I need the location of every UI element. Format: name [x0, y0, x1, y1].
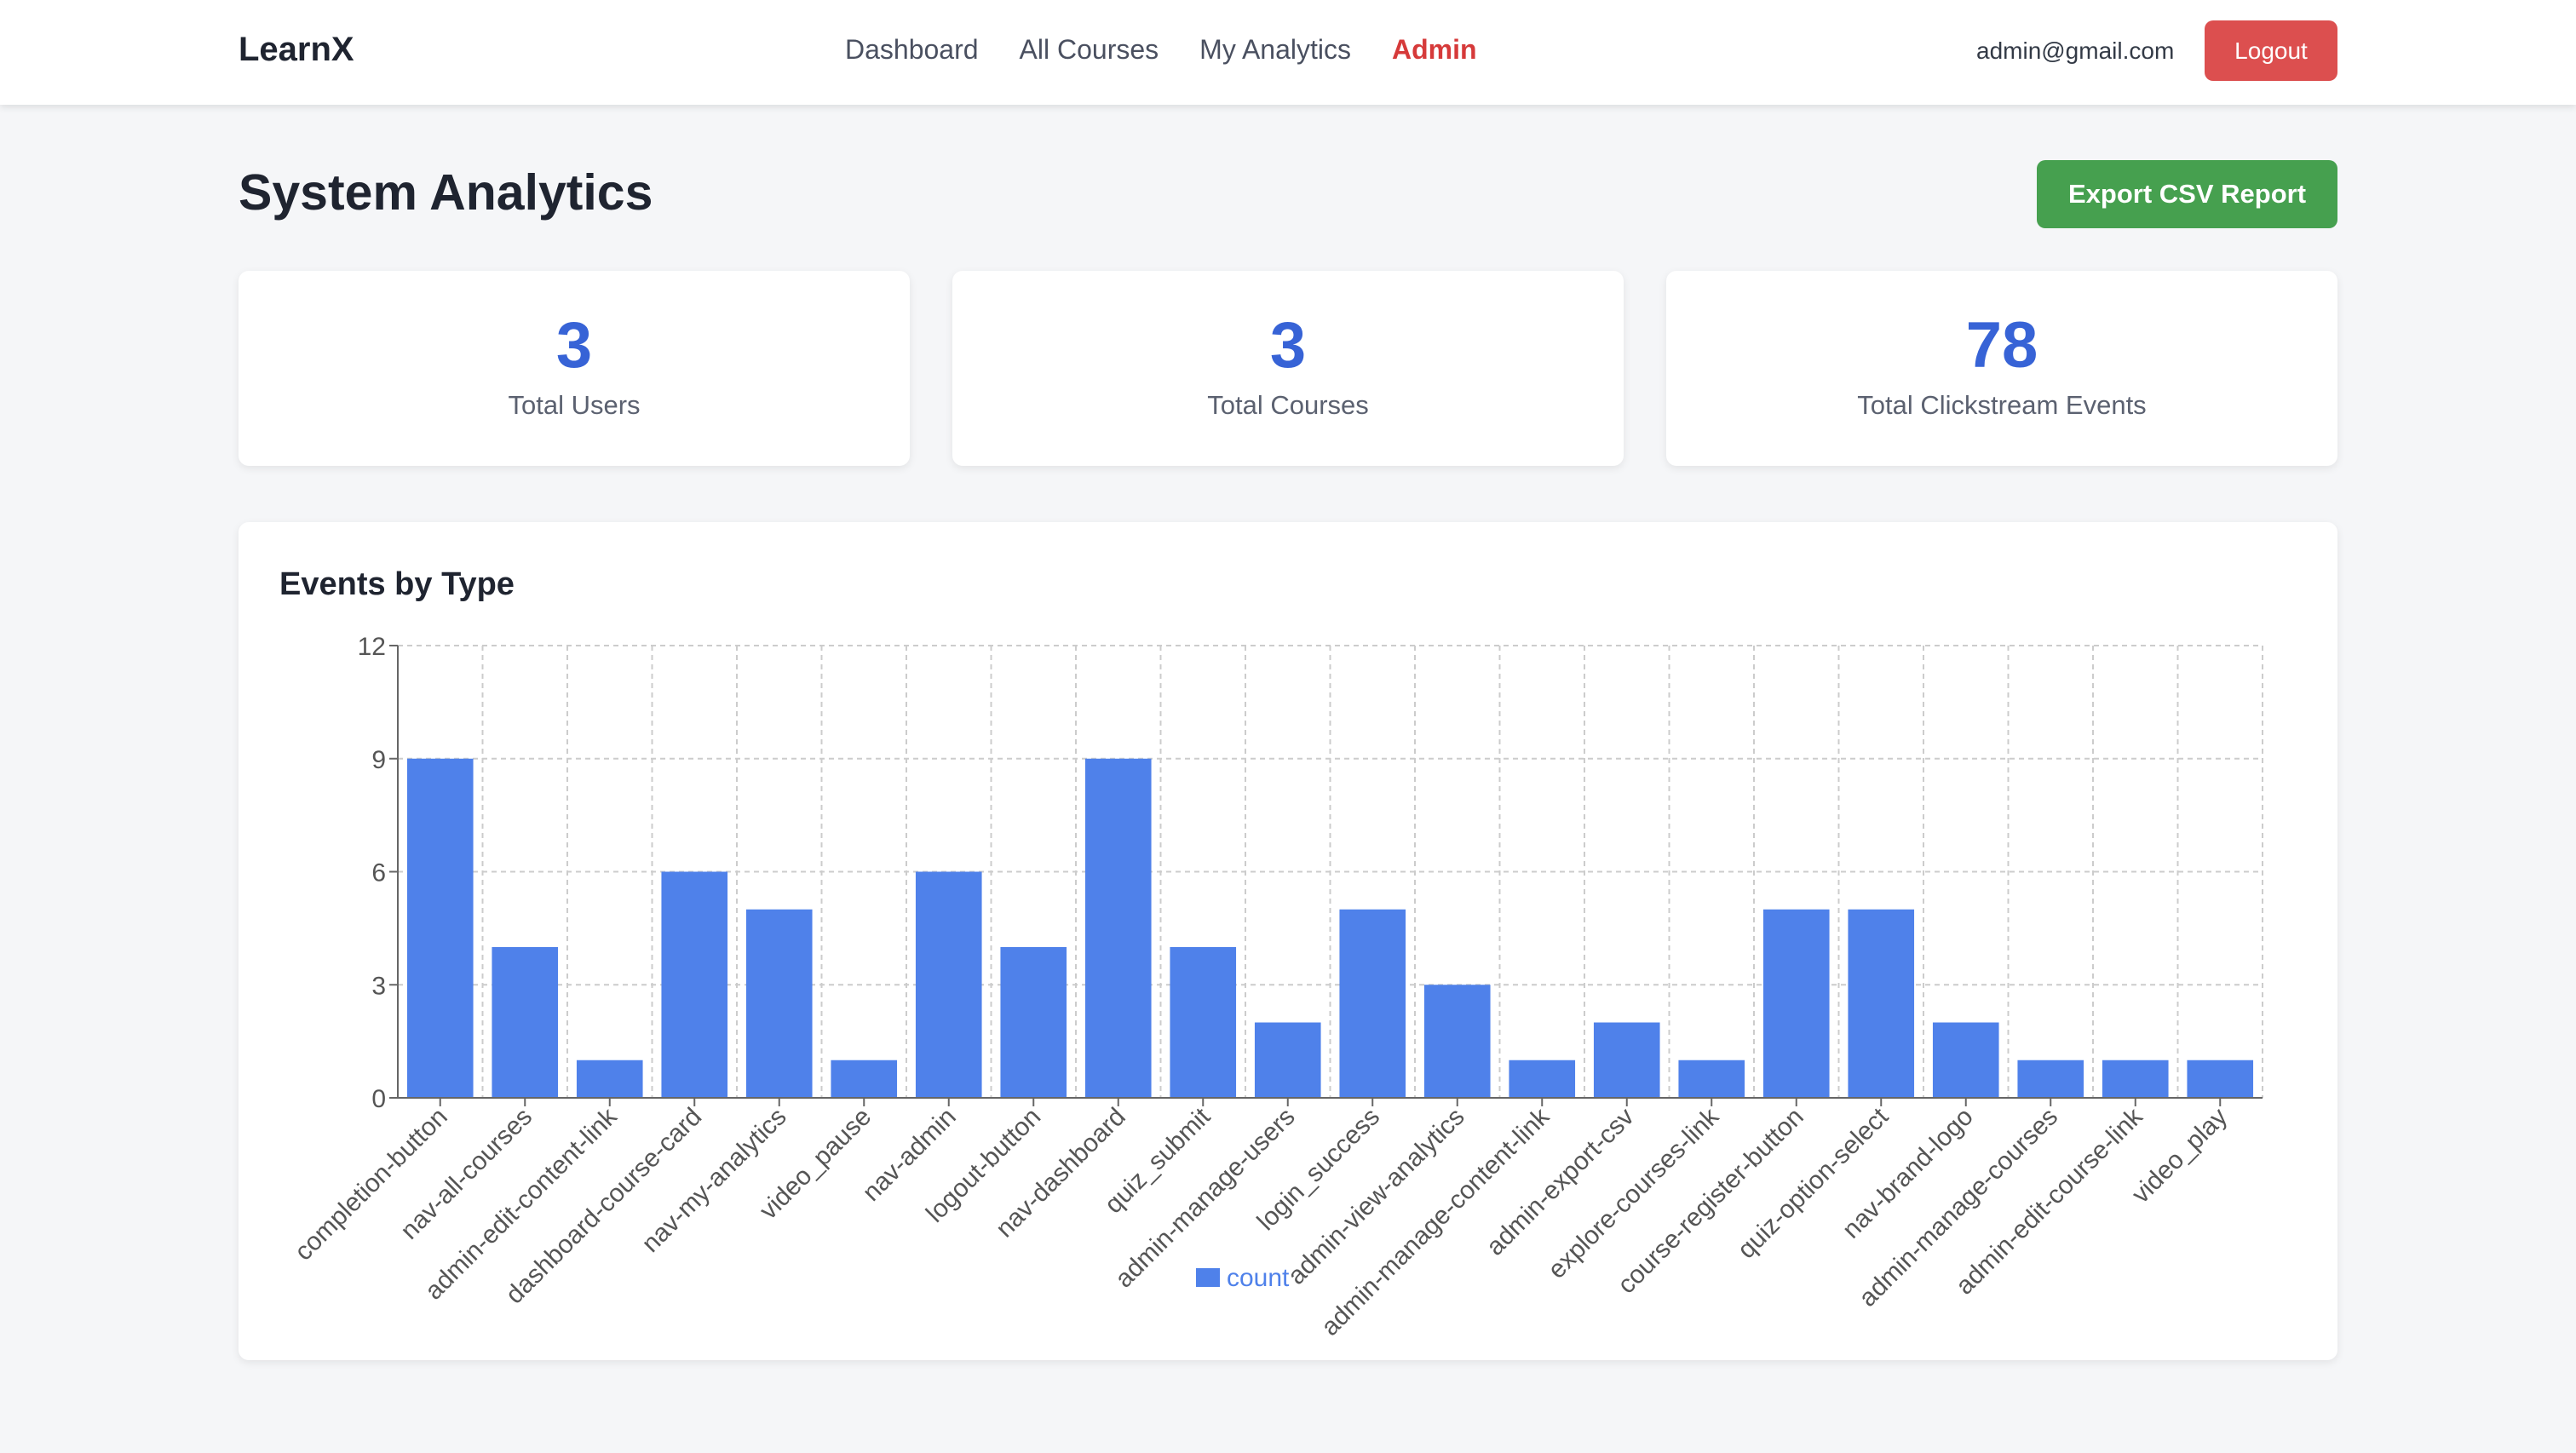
bar: [1423, 985, 1491, 1098]
y-tick-label: 0: [371, 1085, 386, 1113]
events-chart-card: Events by Type 0 3 6 9 12 completion-button na…: [239, 522, 2337, 1360]
bar: [1000, 947, 1067, 1098]
nav-all-courses[interactable]: All Courses: [1020, 34, 1159, 66]
x-tick-label: nav-my-analytics: [636, 1103, 791, 1258]
bar: [1339, 909, 1406, 1098]
bar: [2102, 1060, 2169, 1098]
y-tick-label: 9: [371, 746, 386, 774]
bar: [1932, 1022, 1999, 1098]
stat-label: Total Clickstream Events: [1857, 390, 2147, 420]
bar: [2017, 1060, 2084, 1098]
events-bar-chart: 036912completion-buttonnav-all-coursesad…: [290, 633, 2263, 1341]
user-email: admin@gmail.com: [1976, 37, 2175, 64]
bar: [1762, 909, 1830, 1098]
bar: [915, 871, 982, 1098]
stat-card-total-events: 78 Total Clickstream Events: [1666, 271, 2337, 466]
bar: [576, 1060, 643, 1098]
stat-value: 78: [1965, 309, 2038, 382]
stat-label: Total Courses: [1207, 390, 1369, 420]
bar: [831, 1060, 898, 1098]
stat-card-total-users: 3 Total Users: [239, 271, 910, 466]
export-csv-button[interactable]: Export CSV Report: [2037, 160, 2337, 228]
stat-value: 3: [555, 309, 593, 382]
y-tick-label: 12: [358, 633, 386, 661]
bar: [1254, 1022, 1321, 1098]
brand-logo[interactable]: LearnX: [239, 31, 354, 69]
legend-label: count: [1227, 1264, 1290, 1292]
bar: [1678, 1060, 1745, 1098]
bar: [1509, 1060, 1576, 1098]
bar: [1848, 909, 1915, 1098]
page-title: System Analytics: [239, 164, 653, 221]
stat-value: 3: [1269, 309, 1307, 382]
nav-my-analytics[interactable]: My Analytics: [1199, 34, 1351, 66]
top-navbar: LearnX Dashboard All Courses My Analytic…: [0, 0, 2576, 105]
bar: [2187, 1060, 2254, 1098]
bar: [745, 909, 813, 1098]
bar: [1593, 1022, 1660, 1098]
bar: [661, 871, 728, 1098]
bar: [1084, 758, 1152, 1098]
stat-card-total-courses: 3 Total Courses: [952, 271, 1624, 466]
x-tick-label: quiz-option-select: [1733, 1102, 1895, 1264]
nav-dashboard[interactable]: Dashboard: [845, 34, 979, 66]
bar: [1170, 947, 1237, 1098]
legend-swatch: [1196, 1268, 1220, 1287]
logout-button[interactable]: Logout: [2205, 20, 2337, 81]
y-tick-label: 6: [371, 859, 386, 887]
stat-label: Total Users: [508, 390, 641, 420]
bar: [492, 947, 559, 1098]
x-tick-label: admin-export-csv: [1481, 1103, 1640, 1261]
x-tick-label: completion-button: [290, 1103, 453, 1266]
bar: [406, 758, 474, 1098]
main-nav: Dashboard All Courses My Analytics Admin: [845, 34, 1518, 66]
y-tick-label: 3: [371, 972, 386, 1000]
nav-admin[interactable]: Admin: [1392, 34, 1477, 66]
